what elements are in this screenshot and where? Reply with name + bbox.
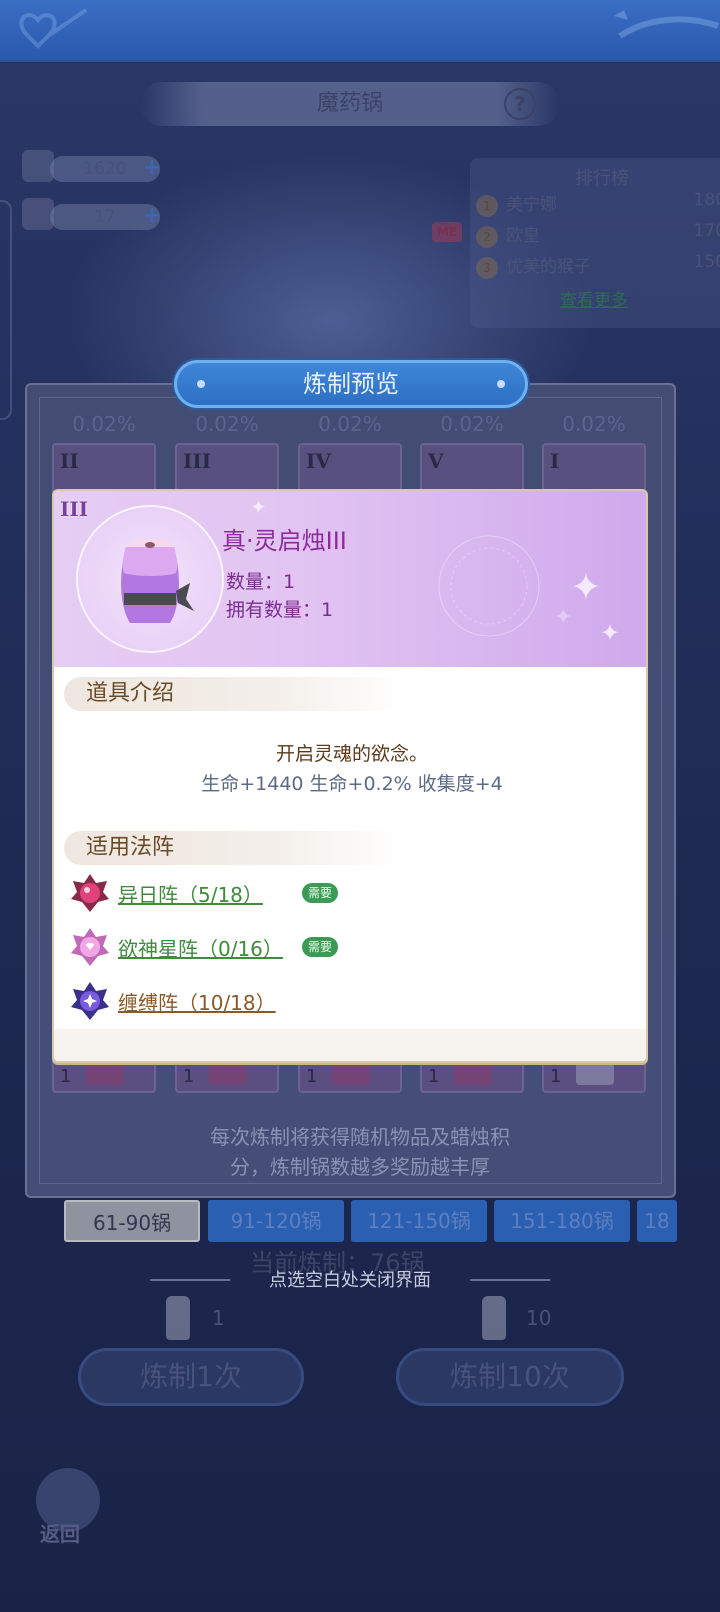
rank-number: 1 bbox=[476, 195, 498, 217]
panel-title-text: 炼制预览 bbox=[303, 370, 399, 398]
formation-item[interactable]: 缠缚阵（10/18） bbox=[70, 981, 470, 1021]
tab-121-150[interactable]: 121-150锅 bbox=[351, 1200, 487, 1242]
tab-61-90[interactable]: 61-90锅 bbox=[64, 1200, 200, 1242]
tab-151-180[interactable]: 151-180锅 bbox=[494, 1200, 630, 1242]
sparkle-icon: ✦ bbox=[570, 565, 602, 609]
sparkle-icon: ✦ bbox=[600, 619, 621, 647]
craft-once-button[interactable]: 炼制1次 bbox=[78, 1348, 304, 1406]
popup-footer bbox=[54, 1029, 646, 1061]
item-description: 开启灵魂的欲念。 bbox=[275, 743, 428, 765]
need-badge: 需要 bbox=[302, 883, 338, 903]
slot-count: 1 bbox=[60, 1066, 72, 1087]
slot-percent: 0.02% bbox=[72, 412, 136, 436]
cost-ten: 10 bbox=[526, 1306, 552, 1330]
rank-score: 180 bbox=[693, 190, 720, 210]
formation-gem-icon bbox=[71, 928, 109, 966]
need-badge: 需要 bbox=[302, 937, 338, 957]
section-item-intro: 道具介绍 bbox=[64, 677, 404, 711]
slot-percent: 0.02% bbox=[318, 412, 382, 436]
slot-percent: 0.02% bbox=[195, 412, 259, 436]
item-detail-popup: III 真·灵启烛III 数量：1 拥有数量：1 ✦ ✦ ✦ ✦ 道具介绍 开启… bbox=[52, 489, 648, 1063]
tab-181-plus[interactable]: 18 bbox=[637, 1200, 677, 1242]
top-bar bbox=[0, 0, 720, 62]
slot-count: 1 bbox=[306, 1066, 318, 1087]
formation-name[interactable]: 异日阵（5/18） bbox=[118, 879, 263, 908]
add-scroll-button[interactable]: + bbox=[140, 157, 164, 181]
title-dot-right bbox=[497, 380, 505, 388]
panel-description-line: 每次炼制将获得随机物品及蜡烛积 bbox=[210, 1125, 510, 1149]
formation-name[interactable]: 缠缚阵（10/18） bbox=[118, 987, 276, 1016]
slot-count: 1 bbox=[183, 1066, 195, 1087]
slot-tier: V bbox=[428, 449, 444, 473]
panel-description: 每次炼制将获得随机物品及蜡烛积 分，炼制锅数越多奖励越丰厚 bbox=[150, 1122, 570, 1182]
close-hint: 点选空白处关闭界面 bbox=[269, 1270, 431, 1291]
formation-item[interactable]: 欲神星阵（0/16） 需要 bbox=[70, 927, 470, 967]
slot-tier: III bbox=[183, 449, 212, 473]
slot-tier: I bbox=[550, 449, 560, 473]
me-badge: ME bbox=[432, 222, 462, 242]
slot-count: 1 bbox=[550, 1066, 562, 1087]
view-more-link[interactable]: 查看更多 bbox=[560, 286, 628, 311]
side-drawer-handle[interactable] bbox=[0, 200, 12, 420]
rank-score: 150 bbox=[693, 252, 720, 272]
ranking-title: 排行榜 bbox=[575, 168, 629, 189]
title-dot-left bbox=[197, 380, 205, 388]
formation-gem-icon bbox=[71, 874, 109, 912]
add-candle-button[interactable]: + bbox=[140, 205, 164, 229]
section-formation: 适用法阵 bbox=[64, 831, 404, 865]
swoosh-decoration-icon bbox=[614, 10, 720, 39]
item-owned: 拥有数量：1 bbox=[226, 599, 334, 621]
panel-title: 炼制预览 bbox=[174, 360, 528, 408]
item-stats: 生命+1440 生命+0.2% 收集度+4 bbox=[201, 773, 503, 795]
rank-number: 3 bbox=[476, 257, 498, 279]
ranking-row: 3 优美的猴子 150 bbox=[476, 252, 720, 280]
sparkle-icon: ✦ bbox=[554, 605, 573, 630]
ranking-row: 2 欧皇 170 bbox=[476, 221, 720, 249]
ranking-panel: 排行榜 1 美宁娜 180 2 欧皇 170 3 优美的猴子 150 查看更多 bbox=[470, 158, 720, 328]
popup-header: III 真·灵启烛III 数量：1 拥有数量：1 ✦ ✦ ✦ ✦ bbox=[54, 491, 646, 667]
formation-gem-icon bbox=[71, 982, 109, 1020]
rank-name: 优美的猴子 bbox=[506, 257, 591, 277]
item-quantity: 数量：1 bbox=[226, 571, 296, 593]
tab-91-120[interactable]: 91-120锅 bbox=[208, 1200, 344, 1242]
back-button[interactable]: 返回 bbox=[40, 1518, 80, 1547]
craft-ten-button[interactable]: 炼制10次 bbox=[396, 1348, 624, 1406]
heart-arrow-icon bbox=[19, 8, 88, 49]
sparkle-icon: ✦ bbox=[250, 495, 267, 519]
ranking-row: 1 美宁娜 180 bbox=[476, 190, 720, 218]
slot-tier: II bbox=[60, 449, 79, 473]
candle-item-icon bbox=[121, 539, 194, 623]
slot-tier: IV bbox=[306, 449, 331, 473]
candle-icon bbox=[482, 1296, 506, 1340]
question-icon[interactable]: ? bbox=[504, 88, 536, 120]
page-title: 魔药锅 bbox=[140, 82, 560, 126]
cost-single: 1 bbox=[212, 1306, 225, 1330]
rank-name: 美宁娜 bbox=[506, 195, 557, 215]
item-name: 真·灵启烛III bbox=[222, 527, 347, 555]
formation-item[interactable]: 异日阵（5/18） 需要 bbox=[70, 873, 470, 913]
item-icon-frame bbox=[76, 505, 224, 653]
rank-name: 欧皇 bbox=[506, 226, 540, 246]
slot-percent: 0.02% bbox=[440, 412, 504, 436]
candle-icon bbox=[166, 1296, 190, 1340]
rank-score: 170 bbox=[693, 221, 720, 241]
panel-description-line: 分，炼制锅数越多奖励越丰厚 bbox=[230, 1155, 490, 1179]
formation-name[interactable]: 欲神星阵（0/16） bbox=[118, 933, 283, 962]
magic-circle-icon bbox=[438, 535, 540, 637]
item-tier: III bbox=[60, 497, 89, 521]
slot-count: 1 bbox=[428, 1066, 440, 1087]
rank-number: 2 bbox=[476, 226, 498, 248]
slot-percent: 0.02% bbox=[562, 412, 626, 436]
